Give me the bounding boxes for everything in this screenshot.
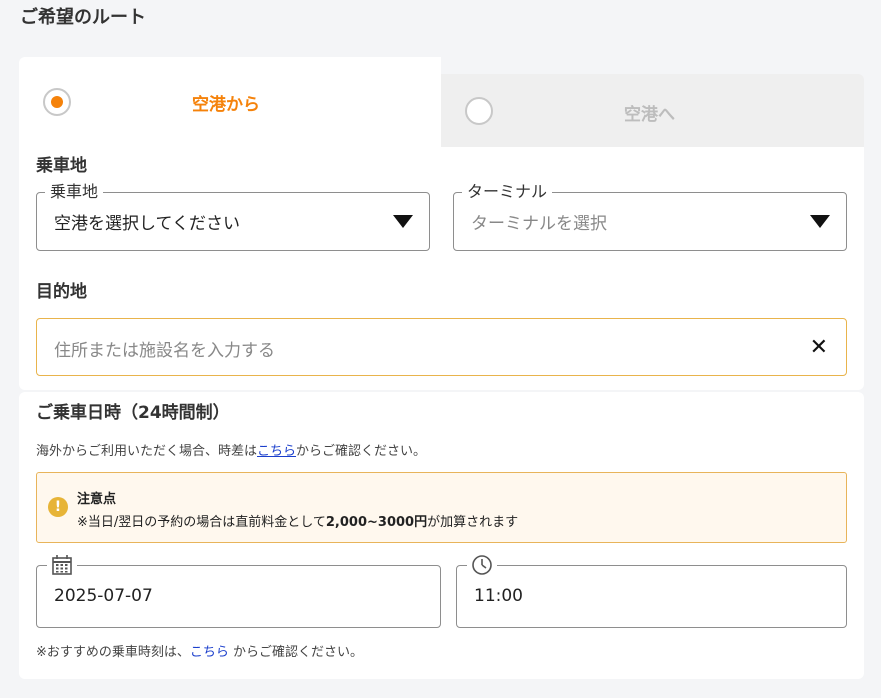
boarding-select-legend: 乗車地 — [45, 182, 104, 202]
terminal-select-placeholder: ターミナルを選択 — [471, 214, 607, 234]
tab-to-airport-label: 空港へ — [624, 105, 675, 125]
warning-title: 注意点 — [77, 492, 117, 507]
recommend-link[interactable]: こちら — [190, 645, 229, 660]
boarding-select-value: 空港を選択してください — [54, 214, 240, 234]
timezone-note-suffix: からご確認ください。 — [296, 444, 427, 459]
date-value: 2025-07-07 — [54, 586, 153, 606]
terminal-select[interactable]: ターミナル ターミナルを選択 — [453, 182, 847, 251]
tab-from-airport[interactable]: 空港から — [19, 57, 441, 149]
close-icon[interactable]: ✕ — [810, 335, 828, 361]
tab-to-airport[interactable]: 空港へ — [441, 74, 864, 149]
radio-from-airport[interactable] — [43, 88, 71, 116]
warning-text-suffix: が加算されます — [427, 515, 519, 530]
warning-text-prefix: ※当日/翌日の予約の場合は直前料金として — [77, 515, 326, 530]
terminal-select-legend: ターミナル — [462, 182, 553, 202]
calendar-icon — [47, 554, 77, 578]
pickup-section-label: 乗車地 — [36, 156, 87, 176]
tab-from-airport-label: 空港から — [192, 95, 260, 115]
datetime-title: ご乗車日時（24時間制） — [36, 403, 230, 423]
destination-placeholder: 住所または施設名を入力する — [54, 341, 275, 361]
timezone-link[interactable]: こちら — [257, 444, 296, 459]
destination-label: 目的地 — [36, 282, 87, 302]
time-value: 11:00 — [474, 586, 523, 606]
recommend-note-text: ※おすすめの乗車時刻は、 — [36, 645, 190, 660]
recommend-note-suffix: からご確認ください。 — [228, 645, 364, 660]
warning-icon: ! — [48, 497, 68, 517]
boarding-select[interactable]: 乗車地 空港を選択してください — [36, 182, 430, 251]
chevron-down-icon — [810, 215, 830, 228]
warning-box: ! 注意点 ※当日/翌日の予約の場合は直前料金として2,000~3000円が加算… — [36, 472, 847, 543]
chevron-down-icon — [393, 215, 413, 228]
route-section-title: ご希望のルート — [20, 7, 146, 28]
time-input[interactable]: 11:00 — [456, 554, 847, 628]
timezone-note: 海外からご利用いただく場合、時差はこちらからご確認ください。 — [36, 440, 426, 459]
destination-input[interactable]: 住所または施設名を入力する ✕ — [36, 318, 847, 376]
warning-text-price: 2,000~3000円 — [325, 515, 428, 530]
radio-to-airport[interactable] — [465, 97, 493, 125]
clock-icon — [467, 554, 497, 578]
timezone-note-text: 海外からご利用いただく場合、時差は — [36, 444, 258, 459]
recommend-note: ※おすすめの乗車時刻は、こちら からご確認ください。 — [36, 641, 363, 660]
warning-text: ※当日/翌日の予約の場合は直前料金として2,000~3000円が加算されます — [77, 511, 518, 530]
date-input[interactable]: 2025-07-07 — [36, 554, 441, 628]
